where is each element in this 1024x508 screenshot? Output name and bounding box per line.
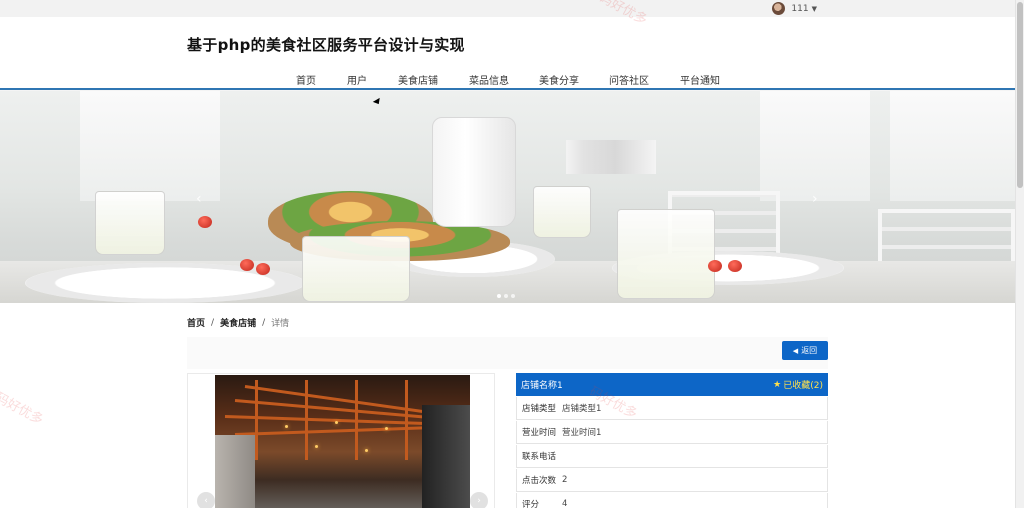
ceiling-lamp: [315, 445, 318, 448]
favorite-button[interactable]: ★ 已收藏(2): [773, 378, 823, 392]
shop-image-carousel[interactable]: ‹ ›: [187, 373, 495, 508]
ceiling-lamp: [365, 449, 368, 452]
carousel-dots: [497, 294, 515, 298]
shop-info-table: 店铺名称1 ★ 已收藏(2) 店铺类型 店铺类型1 营业时间 营业时间1 联系电…: [516, 373, 828, 508]
nav-item-shops[interactable]: 美食店铺: [398, 72, 438, 87]
info-row-hours: 营业时间 营业时间1: [516, 421, 828, 444]
restaurant-wall: [422, 405, 470, 508]
banner-glass: [533, 186, 591, 238]
site-title: 基于php的美食社区服务平台设计与实现: [187, 36, 465, 54]
ceiling-beam: [305, 380, 308, 460]
image-prev-icon[interactable]: ‹: [197, 492, 215, 508]
banner-tomato: [256, 263, 270, 275]
carousel-dot[interactable]: [504, 294, 508, 298]
shop-info-header: 店铺名称1 ★ 已收藏(2): [516, 373, 828, 396]
nav-item-users[interactable]: 用户: [347, 72, 367, 87]
nav-item-home[interactable]: 首页: [296, 72, 316, 87]
ceiling-beam: [405, 380, 408, 460]
shop-name: 店铺名称1: [521, 381, 563, 391]
ceiling-beam: [234, 425, 445, 436]
nav-item-qa[interactable]: 问答社区: [609, 72, 649, 87]
banner-tomato: [728, 260, 742, 272]
banner-window: [760, 91, 870, 201]
info-value: 店铺类型1: [562, 404, 602, 414]
back-button-label: 返回: [801, 346, 818, 355]
carousel-dot[interactable]: [497, 294, 501, 298]
info-row-clicks: 点击次数 2: [516, 469, 828, 492]
back-button[interactable]: ◀ 返回: [782, 341, 828, 360]
action-bar: ◀ 返回: [187, 337, 828, 369]
ceiling-lamp: [335, 421, 338, 424]
info-row-shop-type: 店铺类型 店铺类型1: [516, 397, 828, 420]
shop-photo: [215, 375, 470, 508]
info-row-rating: 评分 4: [516, 493, 828, 508]
restaurant-wall: [215, 435, 255, 508]
breadcrumb-separator: /: [262, 317, 266, 328]
info-row-phone: 联系电话: [516, 445, 828, 468]
nav-item-food-share[interactable]: 美食分享: [539, 72, 579, 87]
carousel-prev-icon[interactable]: ‹: [196, 191, 202, 207]
favorite-label: 已收藏(2): [783, 381, 823, 391]
caret-left-icon: ◀: [792, 346, 799, 355]
banner-tomato: [198, 216, 212, 228]
breadcrumb-current: 详情: [271, 319, 290, 329]
banner-glass: [302, 236, 410, 302]
banner-window: [890, 91, 1015, 201]
info-key: 店铺类型: [522, 404, 557, 414]
redacted-phone-blur: [566, 140, 656, 174]
banner-glass: [617, 209, 715, 299]
username[interactable]: 111: [791, 4, 808, 14]
info-value: 4: [562, 499, 568, 508]
breadcrumb-shops[interactable]: 美食店铺: [220, 316, 256, 329]
avatar[interactable]: [772, 2, 786, 15]
breadcrumb-home[interactable]: 首页: [187, 316, 205, 329]
info-key: 点击次数: [522, 476, 557, 486]
ceiling-beam: [255, 380, 258, 460]
main-nav: 首页 用户 美食店铺 菜品信息 美食分享 问答社区 平台通知: [0, 72, 1015, 90]
banner-milk-jug: [432, 117, 516, 227]
banner-tomato: [240, 259, 254, 271]
breadcrumb: 首页 / 美食店铺 / 详情: [187, 316, 290, 330]
banner-window: [80, 91, 220, 201]
info-value: 营业时间1: [562, 428, 602, 438]
detail-content: 首页 / 美食店铺 / 详情 ◀ 返回 ‹ › 店铺名称1 ★ 已收藏(2) 店…: [0, 303, 1015, 508]
info-key: 联系电话: [522, 452, 557, 462]
banner-tomato: [708, 260, 722, 272]
page-scrollbar[interactable]: [1015, 0, 1024, 508]
top-bar: 111 ▼: [0, 0, 1015, 17]
carousel-next-icon[interactable]: ›: [812, 191, 818, 207]
info-key: 营业时间: [522, 428, 557, 438]
ceiling-beam: [355, 380, 358, 460]
site-header: 基于php的美食社区服务平台设计与实现 首页 用户 美食店铺 菜品信息 美食分享…: [0, 17, 1015, 90]
breadcrumb-separator: /: [211, 317, 215, 328]
banner-carousel[interactable]: ‹ ›: [0, 91, 1015, 303]
info-value: 2: [562, 475, 568, 485]
image-next-icon[interactable]: ›: [470, 492, 488, 508]
nav-item-notices[interactable]: 平台通知: [680, 72, 720, 87]
ceiling-lamp: [385, 427, 388, 430]
info-key: 评分: [522, 500, 540, 508]
banner-glass: [95, 191, 165, 255]
caret-down-icon[interactable]: ▼: [812, 5, 817, 13]
user-menu[interactable]: 111 ▼: [772, 1, 817, 16]
scrollbar-thumb[interactable]: [1017, 2, 1023, 188]
star-icon: ★: [773, 379, 782, 390]
ceiling-lamp: [285, 425, 288, 428]
nav-item-dishes[interactable]: 菜品信息: [469, 72, 509, 87]
carousel-dot[interactable]: [511, 294, 515, 298]
